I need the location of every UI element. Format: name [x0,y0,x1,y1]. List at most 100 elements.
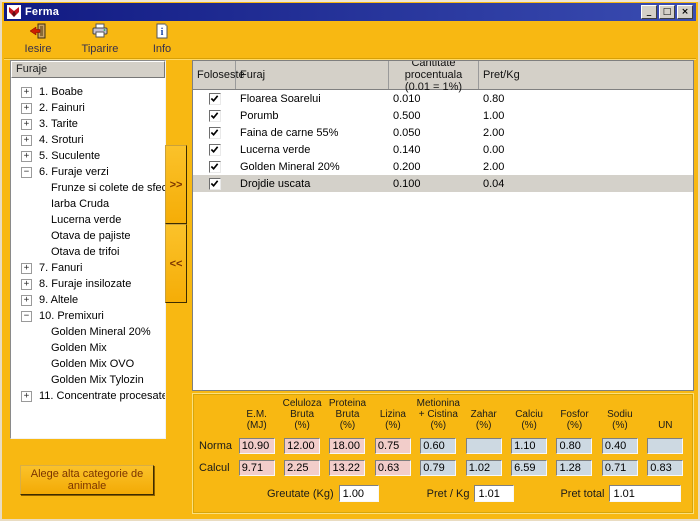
feed-name: Golden Mineral 20% [236,161,389,173]
use-checkbox[interactable] [209,144,221,156]
norma-value-field[interactable] [647,438,683,454]
feed-name: Floarea Soarelui [236,93,389,105]
norma-value-field[interactable] [284,438,320,454]
tree-child-label: Golden Mix OVO [51,358,134,370]
tree-item[interactable]: +11. Concentrate procesate [11,388,165,404]
norma-value-field[interactable] [511,438,547,454]
calcul-value-field[interactable] [602,460,638,476]
tree-child-item[interactable]: Otava de pajiste [11,228,165,244]
calcul-value-field[interactable] [466,460,502,476]
calcul-value-field[interactable] [329,460,365,476]
tree-item-label: 6. Furaje verzi [39,166,109,178]
feed-row[interactable]: Golden Mineral 20%0.2002.00 [193,158,693,175]
feed-row[interactable]: Floarea Soarelui0.0100.80 [193,90,693,107]
exit-icon [29,23,47,42]
exit-button[interactable]: Iesire [12,23,64,57]
norma-value-field[interactable] [466,438,502,454]
tree-item-label: 7. Fanuri [39,262,82,274]
expand-icon[interactable]: + [21,135,32,146]
norma-value-field[interactable] [420,438,456,454]
feed-row[interactable]: Drojdie uscata0.1000.04 [193,175,693,192]
expand-icon[interactable]: + [21,295,32,306]
norma-value-field[interactable] [239,438,275,454]
feed-price: 0.80 [479,93,693,105]
tree-child-item[interactable]: Lucerna verde [11,212,165,228]
tree-item[interactable]: +4. Sroturi [11,132,165,148]
tree-child-item[interactable]: Iarba Cruda [11,196,165,212]
tree-child-item[interactable]: Otava de trifoi [11,244,165,260]
calcul-value-field[interactable] [239,460,275,476]
choose-category-button[interactable]: Alege alta categorie de animale [20,465,154,495]
expand-icon[interactable]: + [21,151,32,162]
printer-icon [91,23,109,42]
nutrient-column-label: Fosfor (%) [553,409,596,432]
price-per-kg-input[interactable] [474,485,514,502]
minimize-button[interactable]: _ [641,5,657,19]
expand-icon[interactable]: + [21,263,32,274]
feed-row[interactable]: Porumb0.5001.00 [193,107,693,124]
collapse-icon[interactable]: − [21,167,32,178]
remove-feed-button[interactable]: << [165,224,187,303]
total-price-input[interactable] [609,485,681,502]
close-button[interactable]: × [677,5,693,19]
tree-item[interactable]: +7. Fanuri [11,260,165,276]
norma-value-field[interactable] [556,438,592,454]
calcul-value-field[interactable] [420,460,456,476]
expand-icon[interactable]: + [21,279,32,290]
expand-icon[interactable]: + [21,391,32,402]
expand-icon[interactable]: + [21,87,32,98]
tree-item[interactable]: +5. Suculente [11,148,165,164]
nutrient-grid-corner [199,415,233,416]
nutrient-column-label: Calciu (%) [507,409,550,432]
tree-item[interactable]: +9. Altele [11,292,165,308]
add-feed-button[interactable]: >> [165,145,187,224]
toolbar: Iesire Tiparire i Info [4,21,696,59]
price-per-kg-label: Pret / Kg [427,488,470,500]
feed-row[interactable]: Lucerna verde0.1400.00 [193,141,693,158]
tree-child-item[interactable]: Frunze si colete de sfecla [11,180,165,196]
feed-row[interactable]: Faina de carne 55%0.0502.00 [193,124,693,141]
use-checkbox[interactable] [209,93,221,105]
feed-quantity: 0.100 [389,178,479,190]
print-button[interactable]: Tiparire [74,23,126,57]
collapse-icon[interactable]: − [21,311,32,322]
app-window: Ferma _ □ × Iesire Tiparire i Info Furaj… [0,0,700,521]
use-checkbox[interactable] [209,178,221,190]
maximize-button[interactable]: □ [659,5,675,19]
weight-input[interactable] [339,485,379,502]
calcul-value-field[interactable] [375,460,411,476]
tree-item[interactable]: −10. Premixuri [11,308,165,324]
expand-icon[interactable]: + [21,119,32,130]
info-button[interactable]: i Info [136,23,188,57]
tree-child-item[interactable]: Golden Mix Tylozin [11,372,165,388]
norma-value-field[interactable] [375,438,411,454]
use-checkbox[interactable] [209,127,221,139]
calcul-value-field[interactable] [647,460,683,476]
tree-child-label: Otava de pajiste [51,230,131,242]
use-checkbox[interactable] [209,110,221,122]
tree-item[interactable]: +3. Tarite [11,116,165,132]
nutrient-grid: E.M. (MJ)Celuloza Bruta (%)Proteina Brut… [199,398,687,476]
tree-item-label: 8. Furaje insilozate [39,278,131,290]
tree-item[interactable]: −6. Furaje verzi [11,164,165,180]
tree-item[interactable]: +1. Boabe [11,84,165,100]
expand-icon[interactable]: + [21,103,32,114]
tree-item[interactable]: +8. Furaje insilozate [11,276,165,292]
calcul-row-label: Calcul [199,462,233,474]
ration-table-body: Floarea Soarelui0.0100.80Porumb0.5001.00… [193,90,693,390]
info-icon: i [153,23,171,42]
tree-item[interactable]: +2. Fainuri [11,100,165,116]
tree-child-item[interactable]: Golden Mix OVO [11,356,165,372]
calcul-value-field[interactable] [511,460,547,476]
tree-item-label: 1. Boabe [39,86,83,98]
norma-value-field[interactable] [602,438,638,454]
calcul-value-field[interactable] [284,460,320,476]
use-checkbox[interactable] [209,161,221,173]
tree-child-item[interactable]: Golden Mix [11,340,165,356]
calcul-value-field[interactable] [556,460,592,476]
tree-child-item[interactable]: Golden Mineral 20% [11,324,165,340]
ration-table-header: Foloseste Furaj Cantitate procentuala (0… [193,61,693,90]
norma-value-field[interactable] [329,438,365,454]
feed-price: 1.00 [479,110,693,122]
tree-item-label: 11. Concentrate procesate [39,390,165,402]
